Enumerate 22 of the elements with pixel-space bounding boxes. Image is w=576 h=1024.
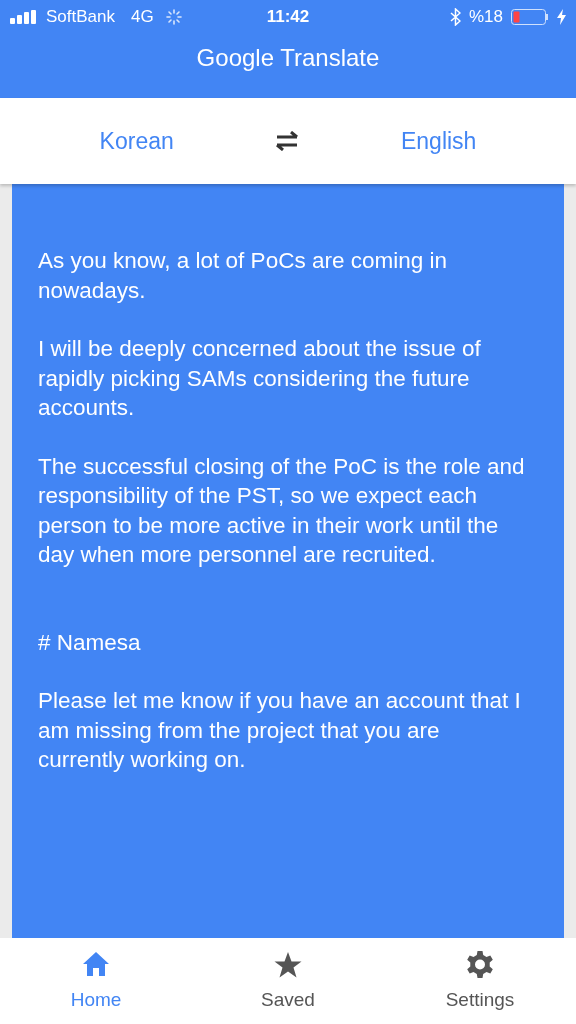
settings-icon	[465, 950, 495, 980]
nav-tab[interactable]: Saved	[192, 938, 384, 1024]
charging-icon	[557, 9, 566, 25]
translated-paragraph: The successful closing of the PoC is the role and responsibility of the PST, so we expect each person to be more active in their work until the day when more personnel are recruited.	[38, 452, 526, 569]
signal-icon	[10, 10, 38, 24]
battery-percent: %18	[468, 6, 503, 29]
nav-tab[interactable]: Home	[0, 938, 192, 1024]
battery-icon	[511, 9, 549, 25]
app-title: Google Translate	[196, 44, 380, 71]
target-language[interactable]: English	[399, 122, 478, 160]
translated-paragraph: As you know, a lot of PoCs are coming in nowadays.	[38, 247, 448, 305]
bluetooth-icon	[449, 8, 461, 26]
network-type: 4G	[131, 6, 154, 29]
nav-tab[interactable]: Settings	[384, 938, 576, 1024]
status-time: 11:42	[266, 6, 310, 29]
star-icon	[273, 950, 303, 980]
translated-paragraph: I will be deeply concerned about the issue of rapidly picking SAMs considering the future accounts.	[38, 335, 482, 422]
loading-icon	[165, 9, 182, 25]
translated-paragraph: Please let me know if you have an account that I am missing from the project that you are currently working on.	[38, 687, 522, 774]
translated-paragraph: # Namesa	[38, 628, 142, 657]
carrier-name: SoftBank	[46, 6, 115, 29]
source-language[interactable]: Korean	[98, 122, 175, 160]
